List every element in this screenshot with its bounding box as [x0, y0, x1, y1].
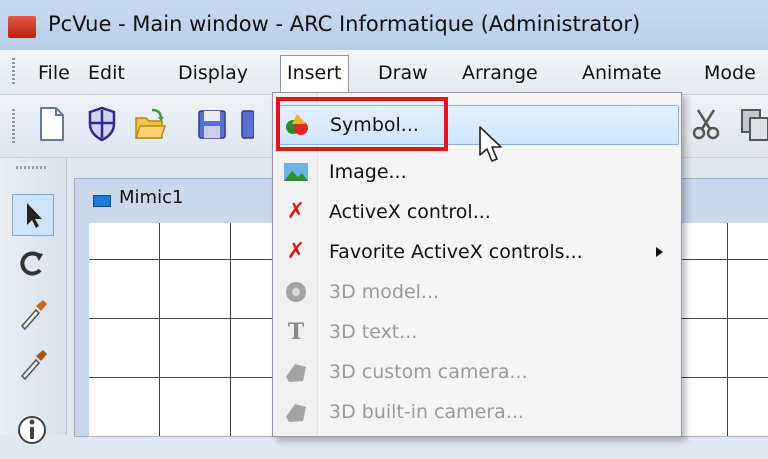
- pipette-icon[interactable]: [12, 294, 52, 334]
- activex-icon: ✗: [286, 199, 306, 224]
- menu-item-3d-model: 3D model...: [277, 273, 677, 311]
- activex-favorite-icon: ✗: [286, 239, 306, 264]
- drawing-toolbar-grip[interactable]: [16, 166, 46, 169]
- submenu-arrow-icon: [656, 247, 663, 257]
- mouse-cursor-icon: [479, 126, 502, 162]
- menu-animate[interactable]: Animate: [576, 58, 668, 88]
- info-icon[interactable]: [12, 408, 52, 448]
- menubar-grip[interactable]: [12, 58, 15, 86]
- menu-item-activex-control[interactable]: ✗ ActiveX control...: [277, 193, 677, 231]
- copy-icon[interactable]: [738, 106, 768, 142]
- rotate-icon[interactable]: [12, 244, 52, 284]
- menu-file[interactable]: File: [32, 58, 76, 88]
- camera-icon: [283, 359, 309, 385]
- menu-item-3d-text: T 3D text...: [277, 313, 677, 351]
- menu-mode[interactable]: Mode: [698, 58, 762, 88]
- 3d-model-icon: [283, 279, 309, 305]
- mimic-window-icon: [93, 195, 111, 207]
- menu-arrange[interactable]: Arrange: [456, 58, 544, 88]
- title-bar: PcVue - Main window - ARC Informatique (…: [0, 0, 768, 51]
- menu-item-image[interactable]: Image...: [277, 153, 677, 191]
- camera-builtin-icon: [283, 399, 309, 425]
- shield-icon[interactable]: [86, 106, 118, 142]
- 3d-text-icon: T: [287, 319, 305, 345]
- menu-bar: File Edit Display Insert Draw Arrange An…: [0, 50, 768, 95]
- save-icon[interactable]: [196, 106, 228, 142]
- select-arrow-icon[interactable]: [12, 194, 54, 236]
- cut-icon[interactable]: [690, 106, 722, 142]
- menu-display[interactable]: Display: [172, 58, 254, 88]
- menu-insert[interactable]: Insert: [280, 55, 349, 92]
- save-all-icon[interactable]: [240, 106, 254, 142]
- menu-item-3d-builtin-camera: 3D built-in camera...: [277, 393, 677, 431]
- drawing-toolbar: [0, 158, 67, 444]
- menu-draw[interactable]: Draw: [372, 58, 434, 88]
- toolbar-grip[interactable]: [12, 109, 15, 143]
- pcvue-app-icon: [8, 16, 36, 38]
- pipette-alt-icon[interactable]: [12, 344, 52, 384]
- menu-edit[interactable]: Edit: [82, 58, 131, 88]
- mimic-window-title: Mimic1: [119, 187, 184, 208]
- menu-item-favorite-activex[interactable]: ✗ Favorite ActiveX controls...: [277, 233, 677, 271]
- menu-item-3d-custom-camera: 3D custom camera...: [277, 353, 677, 391]
- open-folder-icon[interactable]: [134, 106, 166, 142]
- highlight-annotation-box: [276, 97, 448, 151]
- image-icon: [283, 159, 309, 185]
- window-title: PcVue - Main window - ARC Informatique (…: [48, 12, 641, 36]
- new-document-icon[interactable]: [36, 106, 68, 142]
